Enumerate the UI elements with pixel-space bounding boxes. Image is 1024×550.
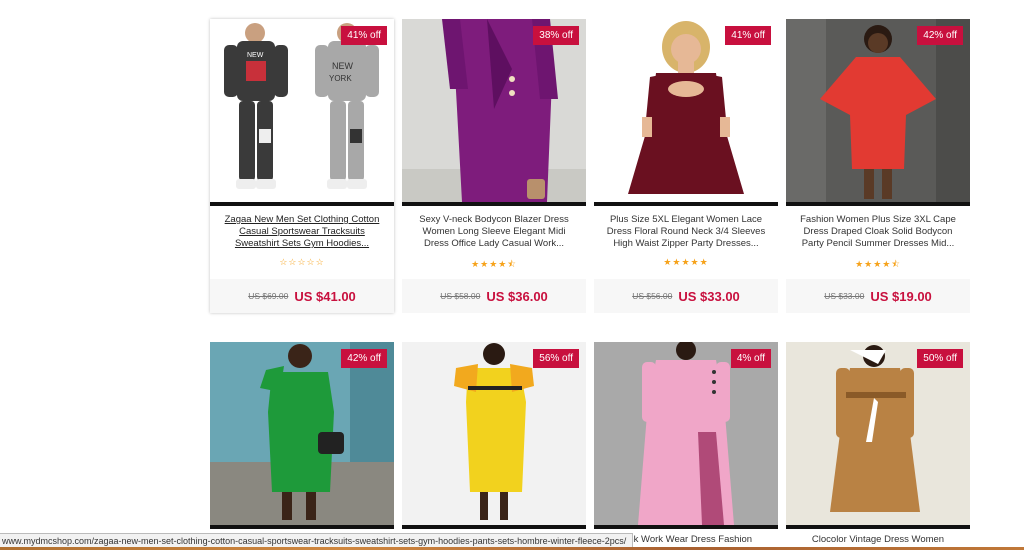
product-title[interactable]: Plus Size 5XL Elegant Women Lace Dress F… xyxy=(604,214,768,250)
product-row-2: 42% off 56% off 4% off Pink Work Wear Dr… xyxy=(210,342,970,548)
product-row-1: NEW NEW YORK 41% off Zagaa New Men Set C… xyxy=(210,19,970,313)
price-box: US $56.00 US $33.00 xyxy=(594,279,778,313)
product-image[interactable]: 41% off xyxy=(594,19,778,206)
product-title[interactable]: Fashion Women Plus Size 3XL Cape Dress D… xyxy=(796,214,960,250)
product-image[interactable]: 4% off xyxy=(594,342,778,529)
old-price: US $33.00 xyxy=(824,291,865,301)
new-price: US $33.00 xyxy=(678,288,740,304)
brown-dress-image xyxy=(786,342,970,525)
rating-stars: ★★★★★ xyxy=(663,257,709,267)
discount-badge: 50% off xyxy=(917,349,963,368)
discount-badge: 42% off xyxy=(917,26,963,45)
green-dress-image xyxy=(210,342,394,525)
yellow-dress-image xyxy=(402,342,586,525)
svg-text:NEW: NEW xyxy=(332,61,354,71)
product-card[interactable]: 42% off Fashion Women Plus Size 3XL Cape… xyxy=(786,19,970,313)
discount-badge: 38% off xyxy=(533,26,579,45)
price-box: US $58.00 US $36.00 xyxy=(402,279,586,313)
product-card[interactable]: 41% off Plus Size 5XL Elegant Women Lace… xyxy=(594,19,778,313)
svg-text:YORK: YORK xyxy=(329,74,352,83)
product-image[interactable]: 42% off xyxy=(786,19,970,206)
browser-status-bar-url: www.mydmcshop.com/zagaa-new-men-set-clot… xyxy=(0,533,633,548)
new-price: US $36.00 xyxy=(486,288,548,304)
new-price: US $19.00 xyxy=(870,288,932,304)
old-price: US $69.00 xyxy=(248,291,289,301)
product-image[interactable]: 42% off xyxy=(210,342,394,529)
old-price: US $58.00 xyxy=(440,291,481,301)
product-image[interactable]: 56% off xyxy=(402,342,586,529)
product-image[interactable]: 50% off xyxy=(786,342,970,529)
pink-dress-image xyxy=(594,342,778,525)
product-title[interactable]: Clocolor Vintage Dress Women xyxy=(796,534,960,548)
product-title[interactable]: Sexy V-neck Bodycon Blazer Dress Women L… xyxy=(412,214,576,250)
purple-dress-image xyxy=(402,19,586,202)
old-price: US $56.00 xyxy=(632,291,673,301)
price-box: US $33.00 US $19.00 xyxy=(786,279,970,313)
product-card[interactable]: 50% off Clocolor Vintage Dress Women xyxy=(786,342,970,548)
product-image[interactable]: 38% off xyxy=(402,19,586,206)
svg-text:NEW: NEW xyxy=(247,52,264,59)
rating-stars: ★★★★⯪ xyxy=(855,259,901,269)
discount-badge: 56% off xyxy=(533,349,579,368)
product-grid-page: NEW NEW YORK 41% off Zagaa New Men Set C… xyxy=(0,0,1024,550)
product-card[interactable]: 38% off Sexy V-neck Bodycon Blazer Dress… xyxy=(402,19,586,313)
red-cape-dress-image xyxy=(786,19,970,202)
tracksuit-image: NEW NEW YORK xyxy=(210,19,394,202)
discount-badge: 41% off xyxy=(725,26,771,45)
product-card[interactable]: NEW NEW YORK 41% off Zagaa New Men Set C… xyxy=(210,19,394,313)
new-price: US $41.00 xyxy=(294,288,356,304)
product-card[interactable]: 56% off xyxy=(402,342,586,548)
product-title[interactable]: Zagaa New Men Set Clothing Cotton Casual… xyxy=(220,214,384,250)
discount-badge: 41% off xyxy=(341,26,387,45)
price-box: US $69.00 US $41.00 xyxy=(210,279,394,313)
lace-dress-image xyxy=(594,19,778,202)
rating-stars: ★★★★⯪ xyxy=(471,259,517,269)
product-card[interactable]: 4% off Pink Work Wear Dress Fashion xyxy=(594,342,778,548)
discount-badge: 4% off xyxy=(730,349,771,368)
rating-stars: ☆☆☆☆☆ xyxy=(279,257,325,267)
discount-badge: 42% off xyxy=(341,349,387,368)
product-card[interactable]: 42% off xyxy=(210,342,394,548)
product-image[interactable]: NEW NEW YORK 41% off xyxy=(210,19,394,206)
